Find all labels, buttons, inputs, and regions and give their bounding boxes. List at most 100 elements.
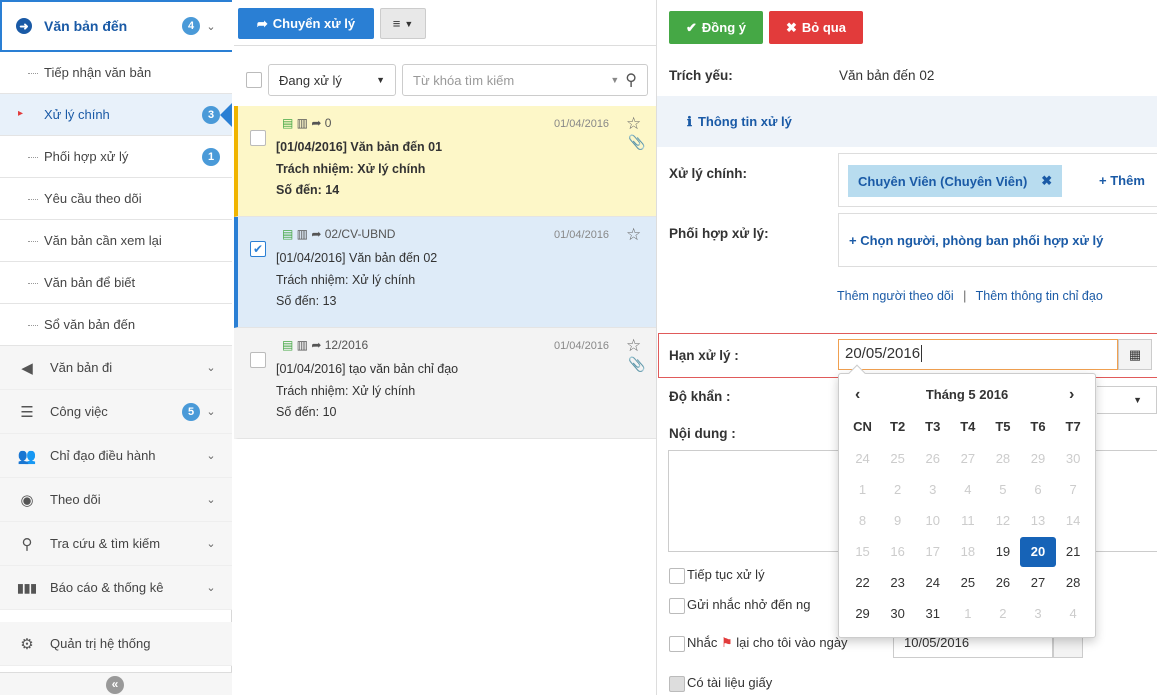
users-icon: 👥 <box>17 447 37 465</box>
calendar-day: 29 <box>1030 451 1046 466</box>
list-toolbar: ➦ Chuyển xử lý ≡ ▼ <box>234 0 656 46</box>
sidebar-item-label: Xử lý chính <box>44 107 110 122</box>
calendar-day[interactable]: 24 <box>915 568 950 598</box>
star-icon[interactable]: ☆ <box>626 114 641 134</box>
chevron-down-icon: ⌄ <box>206 450 216 462</box>
search-icon[interactable]: ⚲ <box>625 70 637 90</box>
forward-button[interactable]: ➦ Chuyển xử lý <box>238 8 374 39</box>
calendar-day[interactable]: 21 <box>1056 537 1091 567</box>
calendar-day[interactable]: 23 <box>880 568 915 598</box>
calendar-day[interactable]: 27 <box>1020 568 1055 598</box>
sidebar-menu-tasks[interactable]: ☰ Công việc 5 ⌄ <box>0 390 232 434</box>
status-filter-select[interactable]: Đang xử lý ▼ <box>268 64 396 96</box>
calendar-day: 8 <box>858 513 867 528</box>
search-placeholder: Từ khóa tìm kiếm <box>413 72 515 88</box>
urgency-select[interactable]: ▼ <box>1097 386 1157 414</box>
caret-right-icon: ▸ <box>18 108 24 119</box>
skip-button[interactable]: ✖ Bỏ qua <box>769 11 863 44</box>
chevron-down-icon: ⌄ <box>206 582 216 594</box>
list-item[interactable]: ✔ ▤ ▥ ➦ 02/CV-UBND 01/04/2016 ☆ [01/04/2… <box>234 217 656 328</box>
calendar-day: 27 <box>960 451 976 466</box>
list-icon: ≡ <box>392 16 401 31</box>
coop-field[interactable]: + Chọn người, phòng ban phối hợp xử lý <box>838 213 1157 267</box>
calendar-day[interactable]: 29 <box>845 599 880 629</box>
item-checkbox-checked[interactable]: ✔ <box>250 241 266 257</box>
item-number: Số đến: 10 <box>276 405 337 419</box>
calendar-day: 2 <box>999 606 1007 621</box>
calendar-day[interactable]: 25 <box>950 568 985 598</box>
deadline-input[interactable]: 20/05/2016 <box>838 339 1118 370</box>
coop-placeholder: + Chọn người, phòng ban phối hợp xử lý <box>849 233 1104 248</box>
sidebar: ➜ Văn bản đến 4 ⌄ Tiếp nhận văn bản ▸ Xử… <box>0 0 232 695</box>
content-label: Nội dung : <box>669 426 736 441</box>
sidebar-menu-reports[interactable]: ▮▮▮ Báo cáo & thống kê ⌄ <box>0 566 232 610</box>
calendar-day: 5 <box>999 482 1007 497</box>
add-assignee-link[interactable]: + Thêm <box>1099 173 1145 188</box>
remind-me-checkbox[interactable] <box>669 636 685 652</box>
share-icon: ➦ <box>256 15 268 31</box>
collapse-icon[interactable]: « <box>106 676 124 694</box>
remove-tag-icon[interactable]: ✖ <box>1041 173 1052 189</box>
star-icon[interactable]: ☆ <box>626 225 641 245</box>
calendar-day[interactable]: 19 <box>985 537 1020 567</box>
calendar-day[interactable]: 26 <box>985 568 1020 598</box>
weekday-label: T4 <box>960 419 976 434</box>
month-label[interactable]: Tháng 5 2016 <box>917 387 1017 402</box>
calendar-day: 14 <box>1065 513 1081 528</box>
gears-icon: ⚙ <box>20 635 34 653</box>
calendar-day[interactable]: 22 <box>845 568 880 598</box>
select-all-checkbox[interactable] <box>246 72 262 88</box>
sidebar-menu-monitor[interactable]: ◉ Theo dõi ⌄ <box>0 478 232 522</box>
sidebar-item-badge: 3 <box>202 105 220 124</box>
calendar-day[interactable]: 30 <box>880 599 915 629</box>
remind-me-label: Nhắc ⚑ lại cho tôi vào ngày <box>687 635 848 650</box>
main-processor-field[interactable]: Chuyên Viên (Chuyên Viên) ✖ + Thêm <box>838 153 1157 207</box>
list-item[interactable]: ▤ ▥ ➦ 0 01/04/2016 ☆ 📎 [01/04/2016] Văn … <box>234 106 656 217</box>
sidebar-header-incoming-docs[interactable]: ➜ Văn bản đến 4 ⌄ <box>0 0 232 52</box>
keyword-search-input[interactable]: Từ khóa tìm kiếm ▼ ⚲ <box>402 64 648 96</box>
calendar-week: 15 16 17 18 19 20 21 <box>845 537 1091 567</box>
item-code: ▤ ▥ ➦ 02/CV-UBND <box>282 227 396 241</box>
calendar-day: 17 <box>925 544 940 559</box>
calendar-week: 29 30 31 1 2 3 4 <box>845 599 1091 629</box>
prev-month-button[interactable]: ‹ <box>855 386 860 404</box>
sidebar-item-label: Sổ văn bản đến <box>44 317 136 332</box>
weekday-label: T6 <box>1030 419 1046 434</box>
caret-down-icon: ▼ <box>1133 395 1142 405</box>
calendar-day: 11 <box>961 513 975 528</box>
tree-dash <box>28 325 38 326</box>
list-item[interactable]: ▤ ▥ ➦ 12/2016 01/04/2016 ☆ 📎 [01/04/2016… <box>234 328 656 439</box>
item-checkbox[interactable] <box>250 130 266 146</box>
info-section-header: ℹ Thông tin xử lý <box>657 96 1157 147</box>
paper-doc-checkbox[interactable] <box>669 676 685 692</box>
next-month-button[interactable]: › <box>1069 386 1074 404</box>
star-icon[interactable]: ☆ <box>626 336 641 356</box>
sidebar-item-main-processing[interactable]: ▸ Xử lý chính 3 <box>0 94 232 136</box>
calendar-button[interactable]: ▦ <box>1118 339 1152 370</box>
caret-down-icon: ▼ <box>610 75 620 85</box>
approve-button[interactable]: ✔ Đồng ý <box>669 11 763 44</box>
sidebar-menu-search[interactable]: ⚲ Tra cứu & tìm kiếm ⌄ <box>0 522 232 566</box>
calendar-day: 1 <box>964 606 972 621</box>
sidebar-item-label: Yêu cầu theo dõi <box>44 191 142 206</box>
calendar-day[interactable]: 28 <box>1056 568 1091 598</box>
summary-label: Trích yếu: <box>669 68 733 83</box>
add-watcher-link[interactable]: Thêm người theo dõi <box>837 289 954 303</box>
sidebar-menu-label: Quản trị hệ thống <box>50 636 151 651</box>
calendar-day[interactable]: 20 <box>1020 537 1056 567</box>
weekday-label: T2 <box>890 419 906 434</box>
summary-value: Văn bản đến 02 <box>839 68 935 83</box>
sidebar-menu-label: Chỉ đạo điều hành <box>50 448 156 463</box>
calendar-day[interactable]: 31 <box>915 599 950 629</box>
item-date: 01/04/2016 <box>554 340 610 352</box>
item-checkbox[interactable] <box>250 352 266 368</box>
add-guide-link[interactable]: Thêm thông tin chỉ đạo <box>976 289 1103 303</box>
sidebar-menu-outgoing[interactable]: ◀ Văn bản đi ⌄ <box>0 346 232 390</box>
remind-checkbox[interactable] <box>669 598 685 614</box>
sidebar-menu-direction[interactable]: 👥 Chỉ đạo điều hành ⌄ <box>0 434 232 478</box>
list-menu-button[interactable]: ≡ ▼ <box>380 8 426 39</box>
continue-checkbox[interactable] <box>669 568 685 584</box>
calendar-week: 24 25 26 27 28 29 30 <box>845 444 1091 474</box>
sidebar-header-label: Văn bản đến <box>44 18 128 34</box>
sidebar-menu-admin[interactable]: ⚙ Quản trị hệ thống <box>0 622 232 666</box>
